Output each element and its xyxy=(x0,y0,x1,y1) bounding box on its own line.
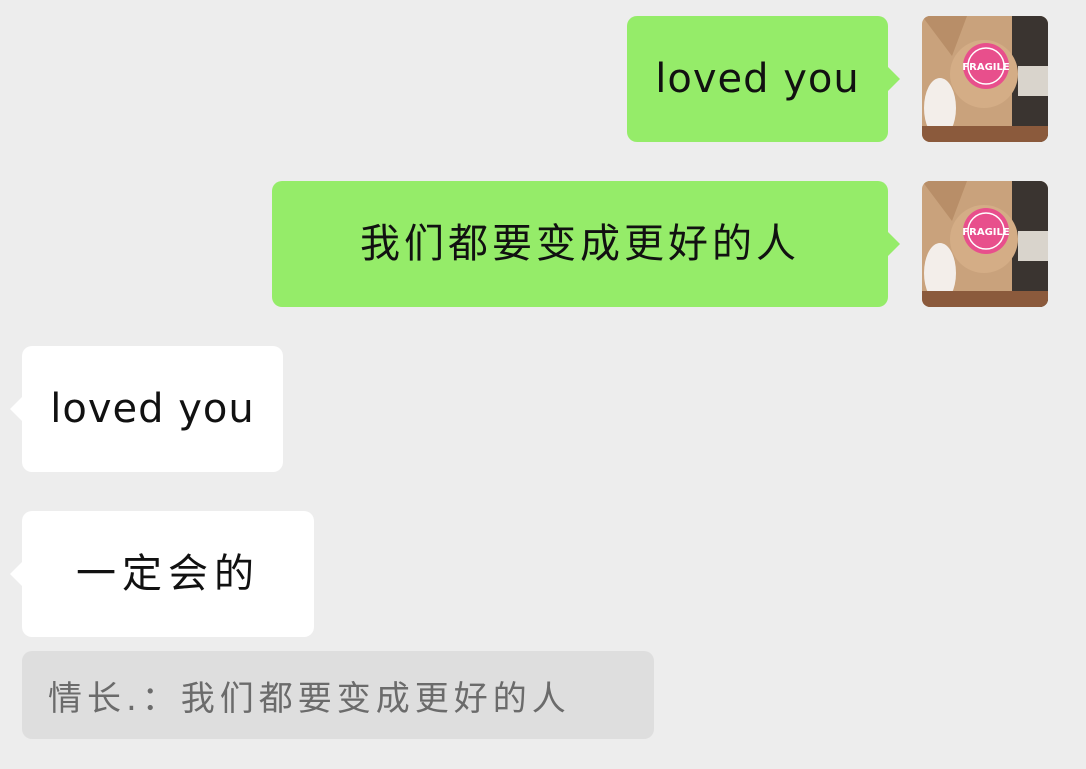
user-avatar[interactable]: FRAGILE xyxy=(922,16,1048,142)
outgoing-message-bubble[interactable]: loved you xyxy=(627,16,888,142)
message-text: 一定会的 xyxy=(76,551,260,597)
incoming-message-bubble[interactable]: 一定会的 xyxy=(22,511,314,637)
incoming-message-bubble[interactable]: loved you xyxy=(22,346,283,472)
quoted-message[interactable]: 情长.：我们都要变成更好的人 xyxy=(22,651,654,739)
svg-text:FRAGILE: FRAGILE xyxy=(962,62,1010,73)
svg-text:FRAGILE: FRAGILE xyxy=(962,227,1010,238)
message-text: loved you xyxy=(50,386,255,432)
outgoing-message-bubble[interactable]: 我们都要变成更好的人 xyxy=(272,181,888,307)
cat-avatar-icon: FRAGILE xyxy=(922,181,1048,307)
message-text: loved you xyxy=(655,56,860,102)
message-text: 我们都要变成更好的人 xyxy=(360,221,800,267)
quoted-message-text: 情长.：我们都要变成更好的人 xyxy=(48,678,571,719)
user-avatar[interactable]: FRAGILE xyxy=(922,181,1048,307)
cat-avatar-icon: FRAGILE xyxy=(922,16,1048,142)
